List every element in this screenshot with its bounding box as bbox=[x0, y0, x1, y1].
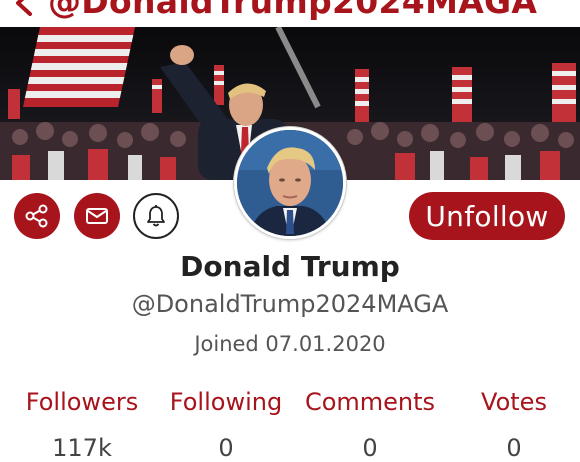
header-title: @DonaldTrump2024MAGA bbox=[48, 0, 538, 21]
notify-button[interactable] bbox=[133, 193, 179, 239]
stat-value-comments: 0 bbox=[362, 434, 378, 462]
message-button[interactable] bbox=[74, 193, 120, 239]
stat-label-comments[interactable]: Comments bbox=[298, 388, 442, 416]
stat-value-following: 0 bbox=[218, 434, 234, 462]
stat-label-followers[interactable]: Followers bbox=[12, 388, 152, 416]
profile-name: Donald Trump bbox=[180, 250, 400, 283]
mail-icon bbox=[86, 208, 108, 224]
profile-handle: @DonaldTrump2024MAGA bbox=[131, 290, 449, 318]
stat-label-following[interactable]: Following bbox=[156, 388, 296, 416]
stat-label-votes[interactable]: Votes bbox=[464, 388, 564, 416]
stat-value-votes: 0 bbox=[506, 434, 522, 462]
share-button[interactable] bbox=[14, 193, 60, 239]
profile-photo bbox=[237, 130, 343, 236]
avatar[interactable] bbox=[234, 127, 346, 239]
unfollow-button[interactable]: Unfollow bbox=[409, 192, 565, 240]
chevron-left-icon[interactable] bbox=[10, 0, 40, 18]
joined-date: Joined 07.01.2020 bbox=[194, 332, 386, 356]
share-icon bbox=[25, 204, 48, 228]
bell-icon bbox=[147, 205, 165, 227]
top-header: @DonaldTrump2024MAGA bbox=[0, 0, 580, 21]
stat-value-followers: 117k bbox=[52, 434, 112, 462]
